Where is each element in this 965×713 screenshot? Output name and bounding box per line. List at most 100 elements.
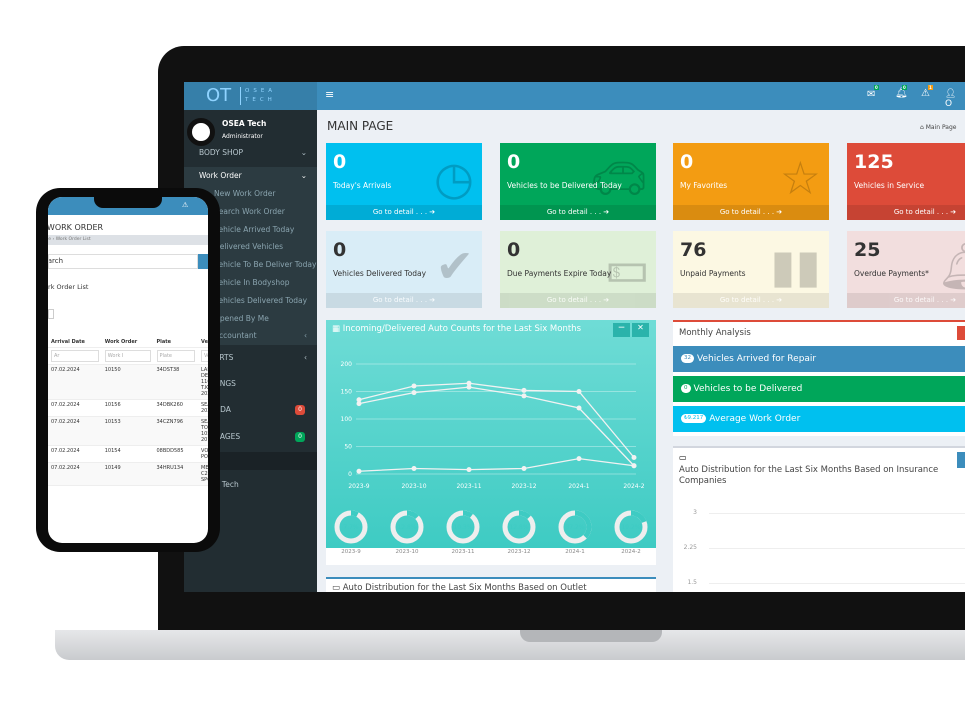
user-menu[interactable]: 👤︎ O: [945, 89, 965, 109]
column-header[interactable]: Plate: [153, 337, 198, 348]
table-cell: 10154: [101, 445, 154, 463]
table-cell: 34DST38: [153, 364, 198, 400]
table-cell: 07.02.2024: [48, 416, 102, 446]
table-cell: SEAT - SEAT TOLEDO 1.6 TDI 105 REFERENCE…: [198, 416, 208, 446]
card-icon: ◷: [433, 151, 474, 205]
data-point: [356, 468, 362, 474]
series-line: [358, 457, 635, 472]
warning-icon[interactable]: ⚠ 1: [921, 85, 933, 99]
card-detail-link[interactable]: Go to detail . . . ➔: [847, 293, 965, 308]
monthly-row[interactable]: 0 Vehicles to be Delivered: [673, 376, 965, 402]
table-row[interactable]: 07.02.20241015034DST38LAND ROVER - DEFEN…: [48, 364, 208, 400]
chevron-icon: ‹: [304, 353, 307, 362]
card-detail-link[interactable]: Go to detail . . . ➔: [326, 293, 482, 308]
page-size-select[interactable]: [48, 309, 54, 319]
user-role: Administrator: [222, 133, 263, 140]
mail-icon[interactable]: ✉ 0: [867, 85, 879, 100]
card-detail-link[interactable]: Go to detail . . . ➔: [500, 205, 656, 220]
y-tick-label: 2.25: [683, 544, 697, 551]
data-point: [576, 456, 582, 462]
card-icon: 🚗︎: [589, 151, 648, 205]
sidebar-item[interactable]: BODY SHOP ⌄: [184, 144, 317, 162]
donut-value: 7.7%: [343, 524, 359, 531]
phone-add-button[interactable]: [198, 254, 208, 269]
monthly-label: Vehicles to be Delivered: [693, 384, 803, 394]
table-row[interactable]: 07.02.20241015334CZN796SEAT - SEAT TOLED…: [48, 416, 208, 446]
inbox-icon: ▭: [679, 453, 687, 462]
x-tick-label: 2024-1: [568, 483, 589, 490]
avatar: [187, 118, 215, 146]
data-point: [521, 387, 527, 393]
stat-card: 💵︎ 0 Due Payments Expire Today Go to detail…: [500, 231, 656, 308]
gridline: [709, 583, 965, 584]
table-row[interactable]: 07.02.20241015634DBK260SEAT - LEON - 202…: [48, 399, 208, 417]
card-icon: 💵︎: [606, 239, 648, 293]
donut-value: 19.2%: [621, 524, 640, 531]
data-point: [631, 463, 637, 469]
warning-icon[interactable]: ⚠: [182, 201, 188, 209]
data-point: [411, 390, 417, 396]
column-filter-input[interactable]: Vehicle: [201, 350, 208, 362]
incoming-delivered-panel: ▦ Incoming/Delivered Auto Counts for the…: [326, 320, 656, 565]
sidebar-item[interactable]: Work Order ⌄: [184, 167, 317, 185]
sidebar-item-label: Search Work Order: [214, 207, 285, 216]
laptop-base: [55, 630, 965, 660]
outlet-title: Auto Distribution for the Last Six Month…: [342, 583, 587, 592]
logo[interactable]: OT OSEA TECH: [184, 82, 317, 110]
column-filter-input[interactable]: Plate: [156, 350, 195, 362]
stat-card: 🔔︎ 25 Overdue Payments* Go to detail . . . …: [847, 231, 965, 308]
column-header[interactable]: Arrival Date: [48, 337, 102, 348]
card-detail-link[interactable]: Go to detail . . . ➔: [847, 205, 965, 220]
table-cell: 10153: [101, 416, 154, 446]
breadcrumb[interactable]: ⌂ Main Page: [920, 124, 956, 131]
y-tick-label: 0: [348, 471, 352, 478]
data-point: [521, 466, 527, 471]
sidebar-item-label: Delivered Vehicles: [214, 242, 284, 251]
table-cell: 34CZN796: [153, 416, 198, 446]
sidebar-item-label: Vehicle To Be Deliver Today: [214, 260, 317, 269]
column-header[interactable]: Work Order: [101, 337, 154, 348]
table-cell: 10156: [101, 399, 154, 417]
card-detail-link[interactable]: Go to detail . . . ➔: [673, 293, 829, 308]
table-row[interactable]: 07.02.20241014934HRU134MERCEDES - C220 C…: [48, 462, 208, 486]
sidebar-item-label: Opened By Me: [214, 314, 269, 323]
y-tick-label: 150: [341, 389, 353, 396]
series-line: [358, 386, 635, 467]
insurance-tool-button[interactable]: [957, 452, 965, 468]
topbar: ≡ ✉ 0 🔔︎ 0 ⚠ 1 👤︎ O: [317, 82, 965, 110]
y-tick-label: 3: [693, 509, 697, 516]
laptop-notch: [520, 630, 662, 642]
phone-notch: [94, 197, 162, 208]
monthly-analysis-panel: Monthly Analysis 32 Vehicles Arrived for …: [673, 320, 965, 436]
mail-badge: 0: [874, 85, 879, 90]
phone-search-input[interactable]: Search: [48, 254, 198, 269]
sidebar-item-label: Work Order: [199, 171, 242, 180]
x-tick-label: 2023-9: [348, 483, 369, 490]
table-row[interactable]: 07.02.20241015408BDD585VOLKSWAGEN - POLO…: [48, 445, 208, 463]
data-point: [521, 393, 527, 399]
monthly-tool-button[interactable]: [957, 326, 965, 340]
sidebar-item-label: New Work Order: [214, 189, 276, 198]
monthly-row[interactable]: 32 Vehicles Arrived for Repair: [673, 346, 965, 372]
column-header[interactable]: Vehicle: [198, 337, 208, 348]
donut-label: 2023-10: [396, 549, 419, 555]
chevron-icon: ⌄: [300, 148, 307, 157]
card-detail-link[interactable]: Go to detail . . . ➔: [326, 205, 482, 220]
monthly-row[interactable]: ₺9.217 Average Work Order: [673, 406, 965, 432]
column-filter-input[interactable]: Work I: [104, 350, 151, 362]
bell-icon[interactable]: 🔔︎ 0: [895, 85, 908, 99]
table-cell: 10149: [101, 462, 154, 486]
logo-text: OSEA TECH: [240, 87, 280, 105]
column-filter-input[interactable]: Ar: [51, 350, 99, 362]
x-tick-label: 2023-12: [511, 483, 536, 490]
hamburger-icon[interactable]: ≡: [325, 88, 334, 101]
stat-card: ▮▮ 76 Unpaid Payments Go to detail . . . ➔: [673, 231, 829, 308]
card-detail-link[interactable]: Go to detail . . . ➔: [500, 293, 656, 308]
card-detail-link[interactable]: Go to detail . . . ➔: [673, 205, 829, 220]
box-icon: ▭: [332, 583, 341, 592]
y-tick-label: 1.5: [687, 579, 697, 586]
card-value: 0: [333, 151, 347, 173]
card-label: Today's Arrivals: [333, 181, 392, 190]
gridline: [709, 548, 965, 549]
card-label: Vehicles to be Delivered Today: [507, 181, 622, 190]
